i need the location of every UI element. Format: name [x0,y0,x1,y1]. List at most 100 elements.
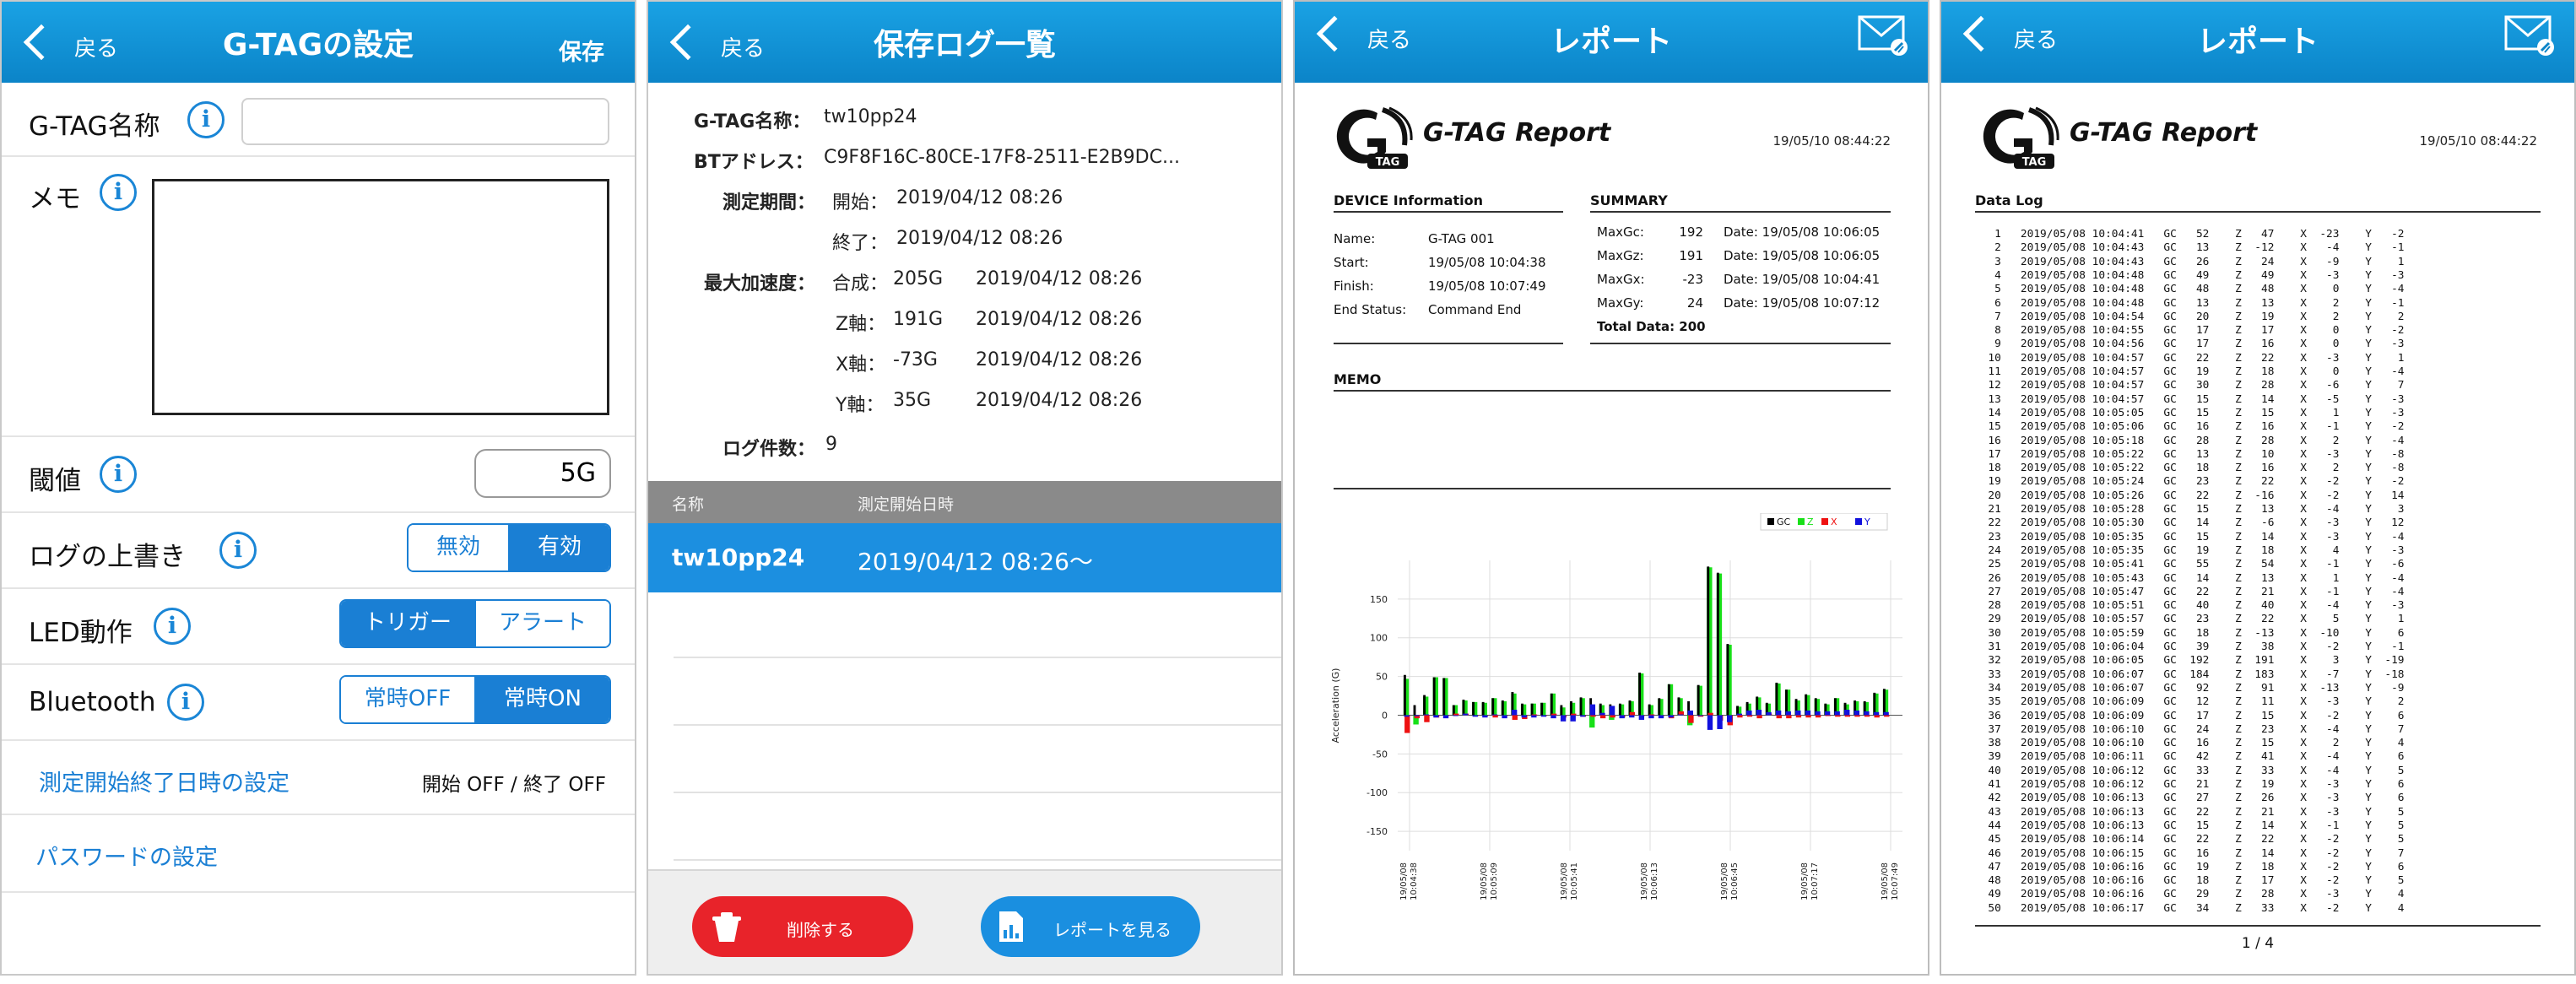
log-row: 2 2019/05/08 10:04:43 GC 13 Z -12 X -4 Y… [1975,241,2405,255]
log-row: 31 2019/05/08 10:06:04 GC 39 Z 38 X -2 Y… [1975,641,2405,653]
bar-gc [1775,682,1778,716]
memo-textarea[interactable] [152,179,609,415]
log-row: 22 2019/05/08 10:05:30 GC 14 Z -6 X -3 Y… [1975,516,2405,530]
section-rule [1975,211,2541,213]
log-row: 28 2019/05/08 10:05:51 GC 40 Z 40 X -4 Y… [1975,599,2405,613]
y-tick-label: 0 [1382,710,1388,721]
log-row: 20 2019/05/08 10:05:26 GC 22 Z -16 X -2 … [1975,489,2405,502]
schedule-link[interactable]: 測定開始終了日時の設定 [39,765,290,797]
info-icon[interactable]: i [100,174,137,211]
log-row: 34 2019/05/08 10:06:07 GC 92 Z 91 X -13 … [1975,681,2405,695]
bar-y [1463,713,1469,716]
bar-y [1795,710,1801,716]
log-row: 48 2019/05/08 10:06:16 GC 18 Z 17 X -2 Y… [1975,874,2405,888]
save-button[interactable]: 保存 [559,34,604,67]
bar-y [1589,704,1596,716]
info-icon[interactable]: i [167,684,204,721]
log-row: 19 2019/05/08 10:05:24 GC 23 Z 22 X -2 Y… [1975,475,2405,489]
page-indicator: 1 / 4 [2241,935,2275,952]
overwrite-label: ログの上書き [29,542,186,572]
action-bar: 削除する レポートを見る [648,869,1281,974]
bar-y [1736,713,1742,716]
device-key: Start: [1334,255,1369,270]
logo-sub-text: TAG [1376,156,1400,169]
bar-gc [1432,677,1436,716]
y-tick-label: 150 [1370,594,1388,605]
bar-gc [1530,703,1534,716]
log-row: 45 2019/05/08 10:06:14 GC 22 Z 22 X -2 Y… [1975,833,2405,846]
datalog-section-title: Data Log [1975,192,2043,208]
bar-y [1550,715,1556,719]
password-row[interactable]: パスワードの設定 [2,815,635,893]
name-input[interactable] [241,98,609,145]
bar-y [1668,715,1674,718]
max-accel-time: 2019/04/12 08:26 [976,390,1143,411]
log-row: 33 2019/05/08 10:06:07 GC 184 Z 183 X -7… [1975,668,2405,681]
bar-gc [1481,701,1485,716]
bar-y [1502,715,1507,719]
bar-x [1786,715,1792,719]
list-divider [674,859,1281,861]
summary-key: MaxGy: [1597,295,1644,311]
list-divider [674,792,1281,793]
max-accel-axis: Z軸： [836,314,886,335]
bar-y [1638,715,1645,720]
bar-y [1609,706,1615,716]
summary-value: -23 [1682,272,1704,287]
bar-y [1540,715,1547,717]
log-row: 12 2019/05/08 10:04:57 GC 30 Z 28 X -6 Y… [1975,379,2405,392]
bluetooth-label: Bluetooth [29,687,156,717]
total-data: Total Data: 200 [1597,319,1706,334]
bar-x [1531,714,1538,716]
bar-x [1550,713,1557,716]
bar-gc [1667,684,1670,716]
summary-date: Date: 19/05/08 10:07:12 [1724,295,1881,311]
bar-y [1717,715,1723,729]
info-icon[interactable]: i [154,608,191,645]
list-header: 名称 測定開始日時 [648,481,1281,523]
legend-label: Z [1807,516,1814,527]
log-list-item[interactable]: tw10pp24 2019/04/12 08:26〜 [648,523,1281,592]
log-row: 18 2019/05/08 10:05:22 GC 18 Z 16 X 2 Y … [1975,462,2405,475]
log-row: 46 2019/05/08 10:06:15 GC 16 Z 14 X -2 Y… [1975,846,2405,860]
bluetooth-off-option[interactable]: 常時OFF [341,677,474,722]
bar-x [1854,715,1860,717]
led-trigger-option[interactable]: トリガー [341,601,474,646]
section-rule [1590,211,1891,213]
led-alert-option[interactable]: アラート [474,601,609,646]
bar-y [1453,715,1458,716]
bar-y [1883,711,1889,716]
mail-share-icon[interactable] [2503,12,2556,57]
legend-label: Y [1864,516,1870,527]
mail-share-icon[interactable] [1857,12,1909,57]
max-accel-axis: Y軸： [836,395,885,416]
view-report-button[interactable]: レポートを見る [981,896,1200,957]
info-icon[interactable]: i [187,101,225,138]
bar-gc [1423,695,1426,716]
settings-screen: 戻る G-TAGの設定 保存 G-TAG名称 i メモ i 閾値 i 5G ログ… [0,0,636,976]
password-link[interactable]: パスワードの設定 [35,839,218,872]
bar-y [1864,711,1870,716]
bluetooth-on-option[interactable]: 常時ON [474,677,609,722]
bar-gc [1560,705,1563,716]
bar-y [1815,711,1821,716]
trash-icon [712,912,741,942]
bar-x [1795,715,1802,718]
bar-y [1560,715,1567,722]
name-value: tw10pp24 [824,106,917,127]
schedule-row[interactable]: 測定開始終了日時の設定 開始 OFF / 終了 OFF [2,741,635,815]
bar-gc [1413,705,1416,716]
max-accel-value: -73G [893,349,938,370]
page: 戻る G-TAGの設定 保存 G-TAG名称 i メモ i 閾値 i 5G ログ… [0,0,2576,984]
bluetooth-row: Bluetooth i 常時OFF 常時ON [2,665,635,741]
overwrite-on-option[interactable]: 有効 [508,525,609,570]
threshold-input[interactable]: 5G [474,449,611,498]
delete-button[interactable]: 削除する [692,896,913,957]
legend-swatch [1855,518,1862,525]
bar-y [1599,712,1605,716]
overwrite-off-option[interactable]: 無効 [409,525,508,570]
log-row: 21 2019/05/08 10:05:28 GC 15 Z 13 X -4 Y… [1975,503,2405,516]
info-icon[interactable]: i [219,532,257,569]
bar-y [1726,715,1733,722]
info-icon[interactable]: i [100,456,137,493]
